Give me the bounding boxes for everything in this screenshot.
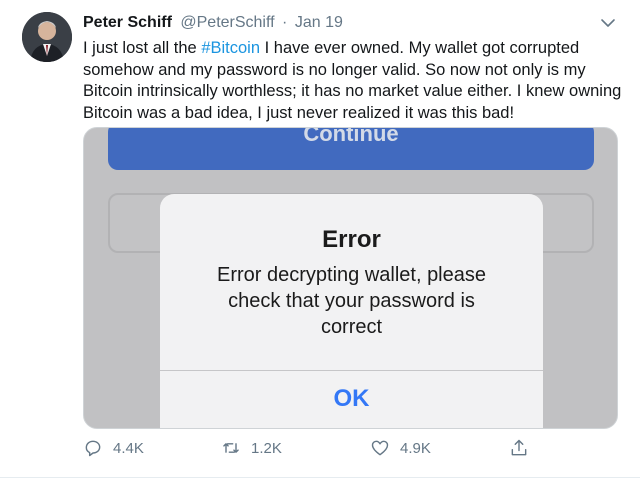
- alert-ok-button: OK: [333, 385, 370, 412]
- author-handle[interactable]: @PeterSchiff: [180, 14, 274, 31]
- reply-button[interactable]: 4.4K: [83, 436, 144, 460]
- tweet-header: Peter Schiff @PeterSchiff · Jan 19: [83, 13, 343, 33]
- share-icon: [511, 439, 527, 456]
- like-count: 4.9K: [400, 439, 431, 457]
- tweet-text-line1-end: I have ever owned. My wallet got corrupt…: [260, 39, 580, 57]
- heart-icon: [371, 440, 389, 456]
- tweet-text-line3: Bitcoin intrinsically worthless; it has …: [83, 82, 622, 100]
- header-separator: ·: [282, 14, 288, 31]
- tweet-text-line4: Bitcoin was a bad idea, I just never rea…: [83, 103, 515, 122]
- alert-message: Error decrypting wallet, please check th…: [180, 262, 523, 340]
- alert-title: Error: [322, 226, 381, 253]
- alert-message-line1: Error decrypting wallet, please: [216, 264, 486, 286]
- tweet-date[interactable]: Jan 19: [295, 14, 343, 31]
- chevron-down-icon[interactable]: [600, 16, 616, 28]
- error-alert-dialog: Error Error decrypting wallet, please ch…: [160, 194, 543, 428]
- author-name[interactable]: Peter Schiff: [83, 14, 172, 31]
- tweet-text-line2: somehow and my password is no longer val…: [83, 60, 586, 79]
- tweet-text: I just lost all the #Bitcoin I have ever…: [83, 38, 623, 124]
- retweet-count: 1.2K: [251, 439, 282, 457]
- reply-count: 4.4K: [113, 439, 144, 457]
- hashtag-link[interactable]: #Bitcoin: [201, 39, 260, 57]
- tweet-media-screenshot[interactable]: Continue Error Error decrypting wallet, …: [83, 127, 618, 429]
- avatar-image: [22, 12, 72, 62]
- alert-message-line2: check that your password is: [228, 290, 475, 312]
- avatar[interactable]: [22, 12, 72, 62]
- retweet-button[interactable]: 1.2K: [221, 436, 282, 460]
- share-button[interactable]: [509, 436, 539, 460]
- alert-message-line3: correct: [320, 316, 383, 338]
- tweet-actions: 4.4K 1.2K 4.9K: [83, 436, 543, 460]
- tweet: Peter Schiff @PeterSchiff · Jan 19 I jus…: [0, 0, 640, 478]
- like-button[interactable]: 4.9K: [370, 436, 431, 460]
- reply-icon: [85, 440, 101, 457]
- tweet-text-line1-start: I just lost all the: [83, 39, 202, 57]
- retweet-icon: [223, 443, 239, 453]
